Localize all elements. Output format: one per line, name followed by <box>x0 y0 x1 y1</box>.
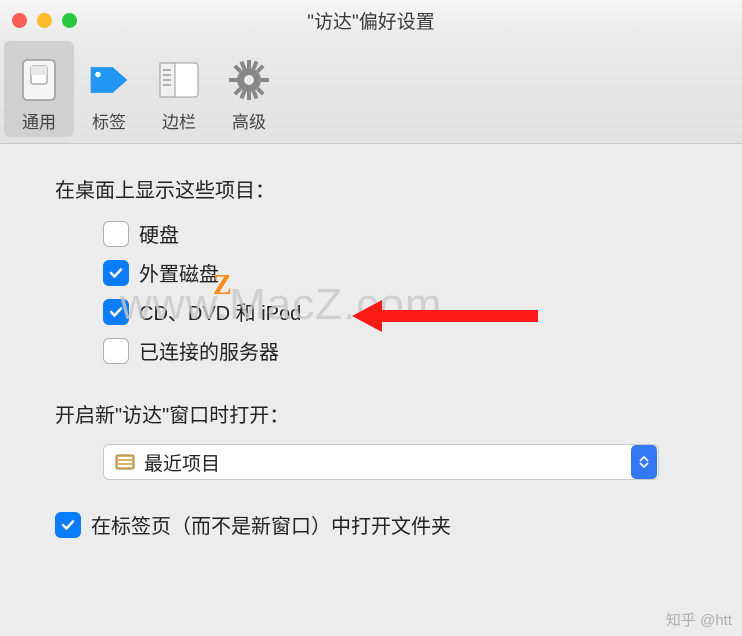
preferences-content: 在桌面上显示这些项目： 硬盘 外置磁盘 CD、DVD 和 iPod 已连接的服务… <box>0 144 742 539</box>
traffic-lights <box>12 13 77 28</box>
checkbox-row-servers: 已连接的服务器 <box>103 336 702 365</box>
desktop-items-list: 硬盘 外置磁盘 CD、DVD 和 iPod 已连接的服务器 <box>103 219 702 365</box>
tag-icon <box>87 58 131 102</box>
window-titlebar: "访达"偏好设置 <box>0 0 742 40</box>
checkbox-label: CD、DVD 和 iPod <box>139 297 301 326</box>
checkbox-open-in-tabs[interactable] <box>55 512 81 538</box>
tab-sidebar[interactable]: 边栏 <box>144 41 214 137</box>
source-watermark: 知乎 @htt <box>666 609 732 630</box>
checkbox-row-cddvd: CD、DVD 和 iPod <box>103 297 702 326</box>
gear-icon <box>227 58 271 102</box>
select-value: 最近项目 <box>144 449 631 476</box>
sidebar-icon <box>157 58 201 102</box>
tab-label: 边栏 <box>162 108 196 133</box>
checkbox-harddisk[interactable] <box>103 221 129 247</box>
checkbox-row-harddisk: 硬盘 <box>103 219 702 248</box>
tab-label: 通用 <box>22 108 56 133</box>
checkbox-cd-dvd-ipod[interactable] <box>103 299 129 325</box>
checkbox-servers[interactable] <box>103 338 129 364</box>
open-in-tabs-row: 在标签页（而不是新窗口）中打开文件夹 <box>55 510 702 539</box>
tab-label: 高级 <box>232 108 266 133</box>
checkbox-label: 外置磁盘 <box>139 258 219 287</box>
new-window-select[interactable]: 最近项目 <box>103 444 659 480</box>
check-icon <box>108 304 124 320</box>
new-window-label: 开启新"访达"窗口时打开： <box>55 399 702 428</box>
select-arrows-icon <box>631 445 657 479</box>
tab-advanced[interactable]: 高级 <box>214 41 284 137</box>
preferences-toolbar: 通用 标签 边栏 <box>0 40 742 144</box>
minimize-button[interactable] <box>37 13 52 28</box>
checkbox-external-disk[interactable] <box>103 260 129 286</box>
tab-label: 标签 <box>92 108 126 133</box>
window-title: "访达"偏好设置 <box>0 7 742 34</box>
checkbox-label: 在标签页（而不是新窗口）中打开文件夹 <box>91 510 451 539</box>
close-button[interactable] <box>12 13 27 28</box>
checkbox-label: 硬盘 <box>139 219 179 248</box>
check-icon <box>108 265 124 281</box>
checkbox-row-external: 外置磁盘 <box>103 258 702 287</box>
tab-general[interactable]: 通用 <box>4 41 74 137</box>
switch-icon <box>17 58 61 102</box>
zoom-button[interactable] <box>62 13 77 28</box>
check-icon <box>60 517 76 533</box>
tab-tags[interactable]: 标签 <box>74 41 144 137</box>
desktop-items-label: 在桌面上显示这些项目： <box>55 174 702 203</box>
checkbox-label: 已连接的服务器 <box>139 336 279 365</box>
recents-icon <box>114 451 136 473</box>
